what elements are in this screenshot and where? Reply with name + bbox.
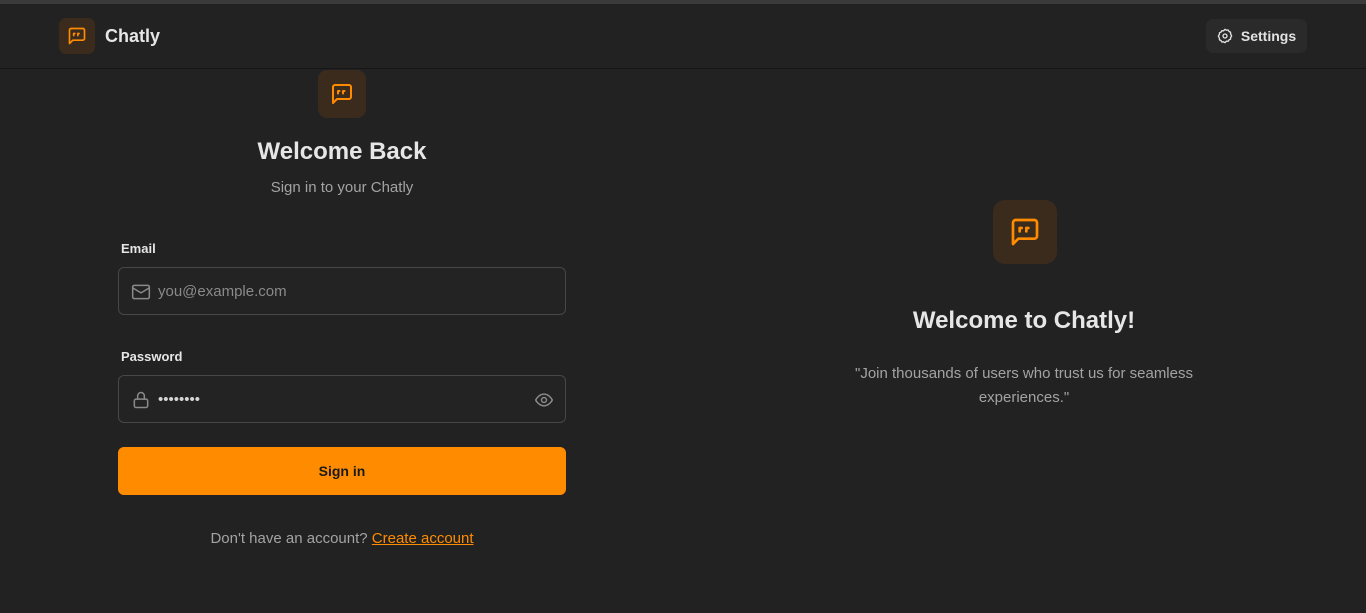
message-quote-icon: [332, 84, 352, 104]
message-quote-icon: [1011, 218, 1039, 246]
page-subtitle: Sign in to your Chatly: [270, 179, 414, 196]
brand[interactable]: Chatly: [59, 18, 160, 54]
signup-prompt: Don't have an account? Create account: [118, 530, 566, 547]
brand-name: Chatly: [105, 25, 161, 46]
gear-icon: [1217, 28, 1233, 44]
promo-logo: [993, 200, 1057, 264]
message-quote-icon: [68, 27, 86, 45]
brand-logo: [59, 18, 95, 54]
email-field[interactable]: [158, 268, 518, 314]
promo-title: Welcome to Chatly!: [912, 307, 1136, 334]
settings-button[interactable]: Settings: [1206, 19, 1307, 53]
settings-label: Settings: [1240, 28, 1297, 44]
email-label: Email: [121, 241, 156, 256]
lock-icon: [133, 391, 149, 409]
password-field-wrapper: [118, 375, 566, 423]
navbar: Chatly Settings: [0, 4, 1366, 69]
signin-button[interactable]: Sign in: [118, 447, 566, 495]
password-label: Password: [121, 349, 183, 364]
page-title: Welcome Back: [257, 138, 427, 165]
mail-icon: [131, 284, 151, 300]
email-field-wrapper: [118, 267, 566, 315]
signup-prompt-text: Don't have an account?: [210, 530, 368, 547]
eye-icon[interactable]: [534, 390, 554, 410]
form-logo: [318, 70, 366, 118]
password-field[interactable]: [158, 376, 518, 422]
promo-quote: "Join thousands of users who trust us fo…: [855, 365, 1193, 406]
create-account-link[interactable]: Create account: [372, 530, 474, 547]
